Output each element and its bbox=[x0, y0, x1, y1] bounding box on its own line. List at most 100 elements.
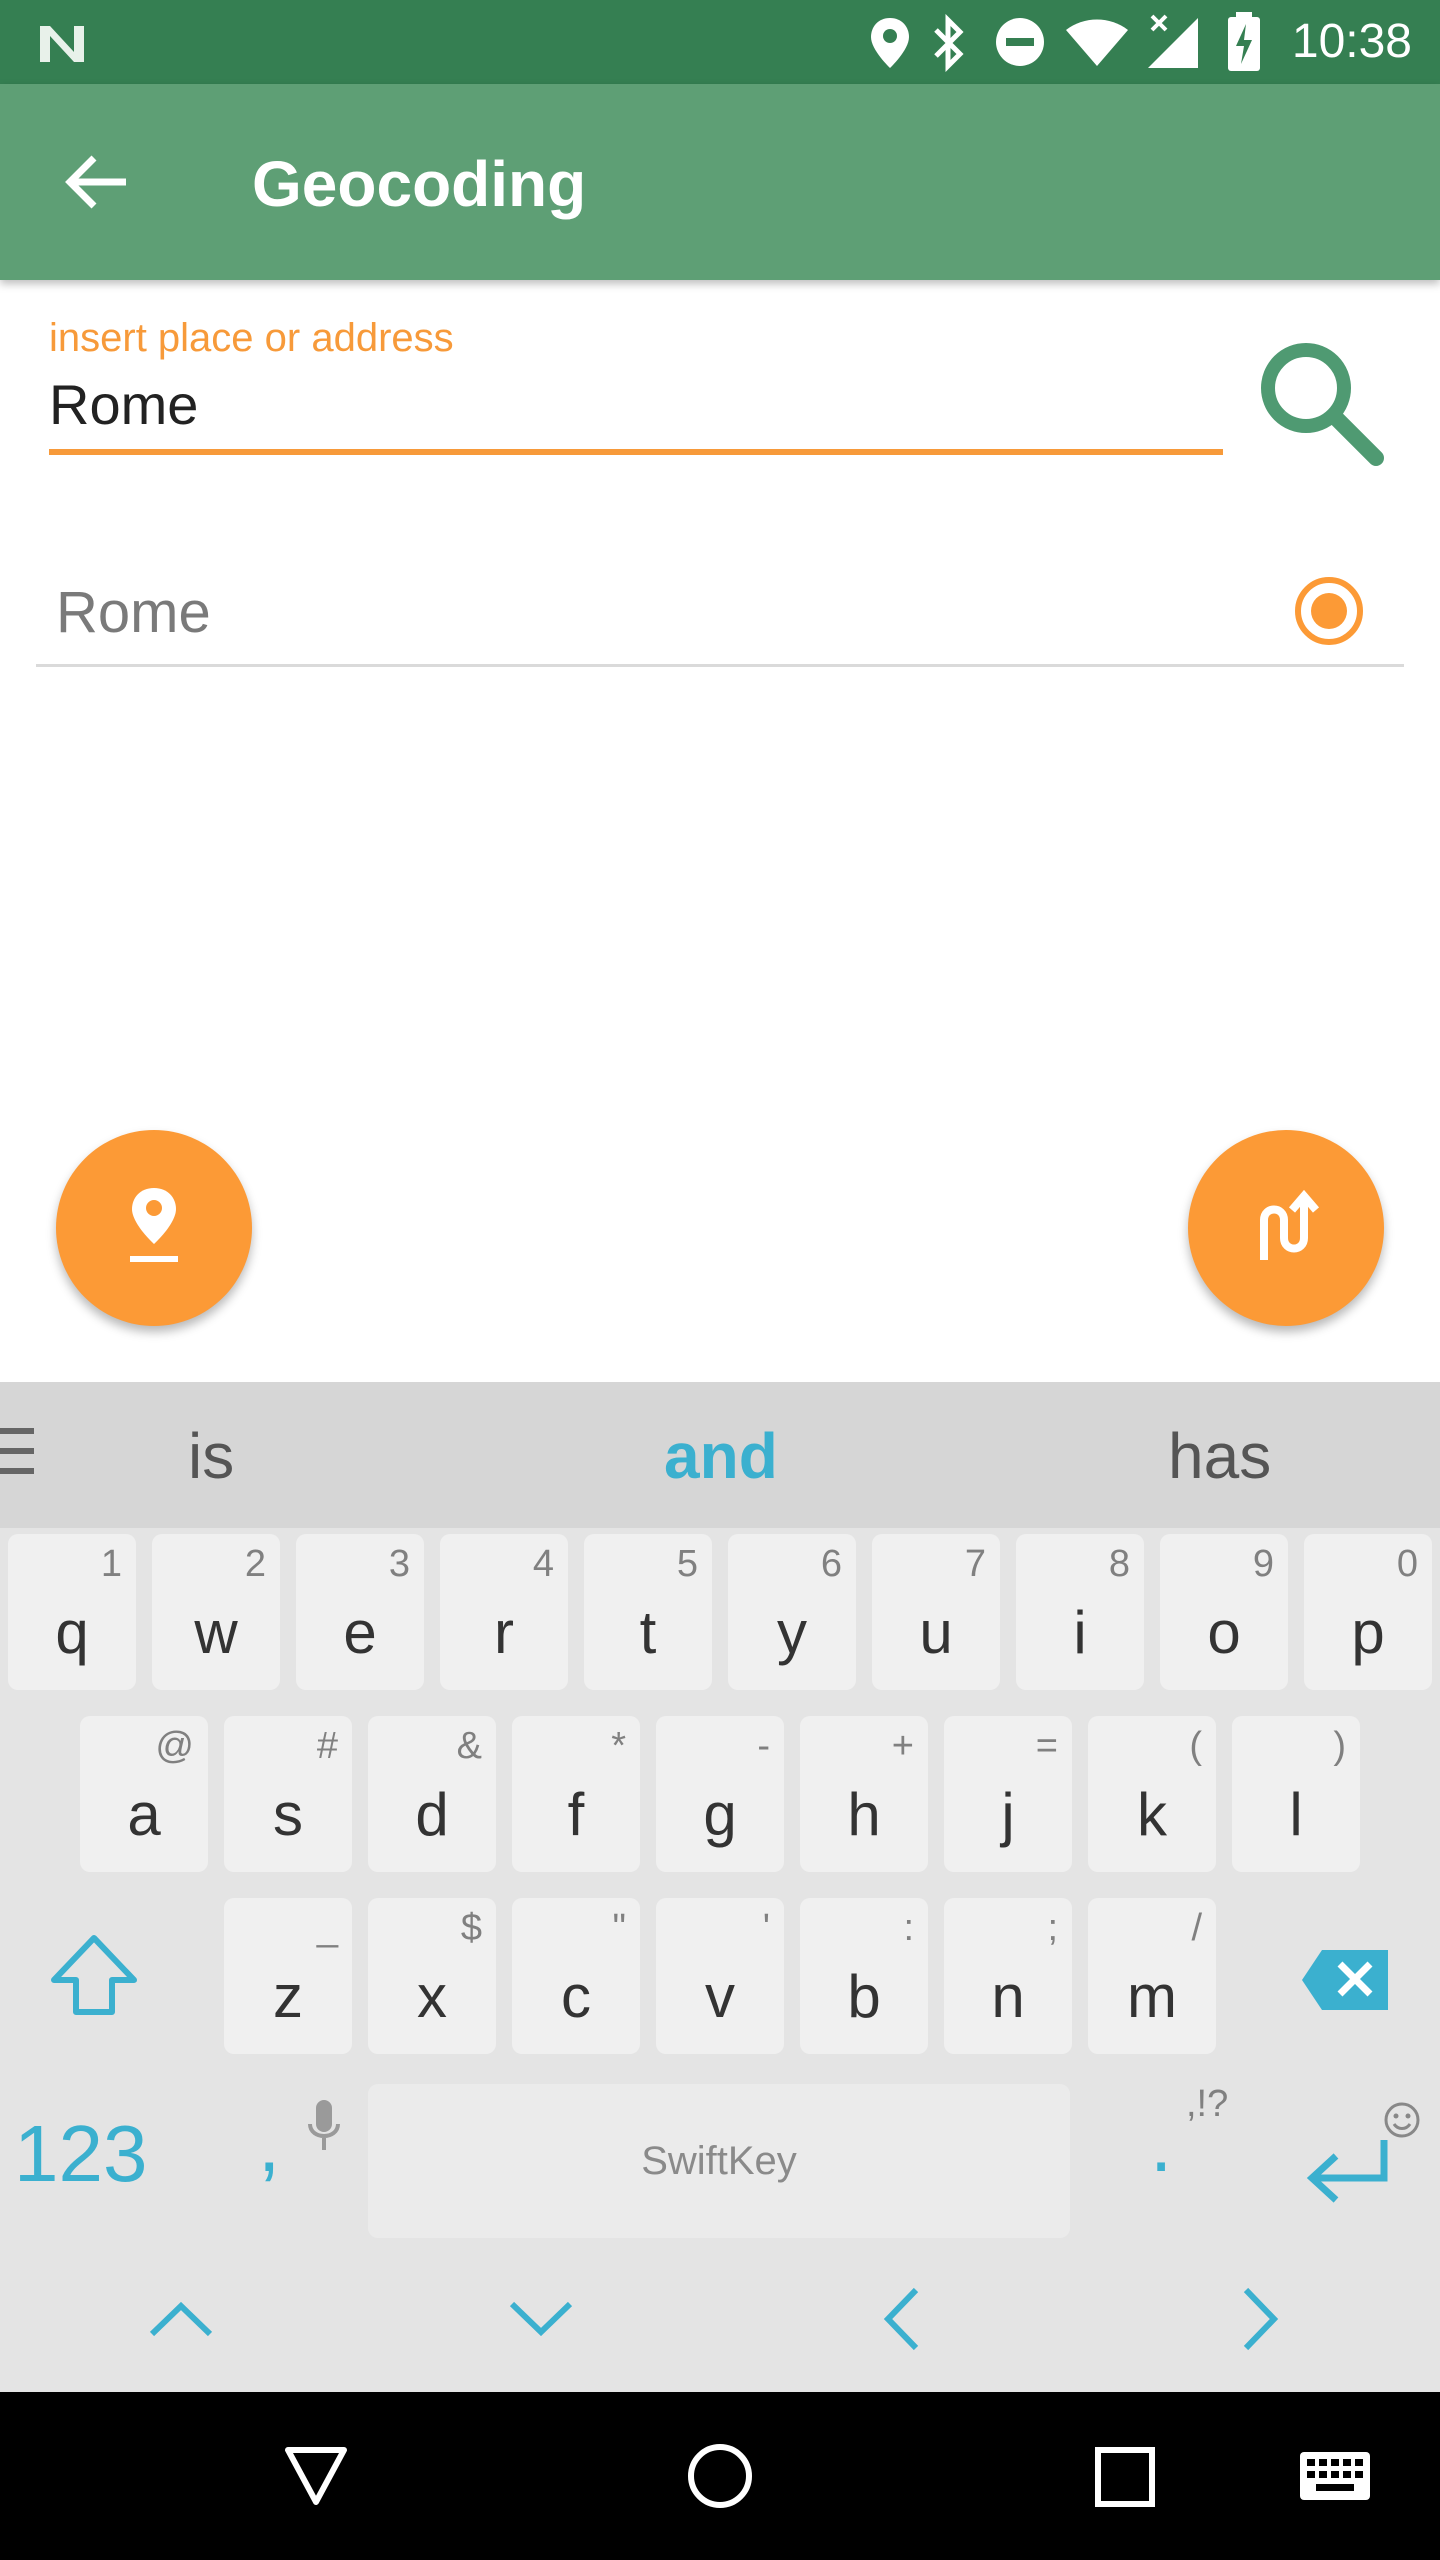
key-row1-6[interactable]: 7u bbox=[872, 1534, 1000, 1690]
notification-n-icon bbox=[40, 26, 84, 62]
key-row3-3[interactable]: ' v bbox=[656, 1898, 784, 2054]
system-nav-bar bbox=[0, 2392, 1440, 2560]
shift-key-icon[interactable] bbox=[46, 1930, 142, 2026]
suggestion-item[interactable]: has bbox=[1168, 1418, 1271, 1494]
chevron-right-icon[interactable] bbox=[1236, 2284, 1286, 2354]
search-input[interactable] bbox=[49, 368, 1221, 440]
key-row1-1[interactable]: 2w bbox=[152, 1534, 280, 1690]
key-row3-0[interactable]: _ z bbox=[224, 1898, 352, 2054]
key-letter-label: r bbox=[494, 1599, 514, 1666]
key-row3-4[interactable]: :b bbox=[800, 1898, 928, 2054]
place-marker-icon bbox=[130, 1188, 178, 1262]
wifi-icon bbox=[1066, 19, 1128, 66]
home-circle-icon[interactable] bbox=[686, 2442, 754, 2510]
key-row1-2[interactable]: 3e bbox=[296, 1534, 424, 1690]
key-hint-label: * bbox=[611, 1725, 626, 1767]
key-row1-0[interactable]: 1q bbox=[8, 1534, 136, 1690]
key-row2-8[interactable]: ) l bbox=[1232, 1716, 1360, 1872]
key-hint-label: + bbox=[891, 1725, 914, 1767]
key-hint-label: & bbox=[456, 1725, 482, 1767]
key-letter-label: y bbox=[777, 1599, 807, 1666]
key-row2-4[interactable]: -g bbox=[656, 1716, 784, 1872]
period-key-hint: ,!? bbox=[1186, 2083, 1229, 2125]
key-letter-label: q bbox=[55, 1599, 89, 1666]
bluetooth-icon bbox=[934, 14, 964, 72]
key-hint-label: ; bbox=[1047, 1907, 1058, 1949]
suggestion-item[interactable]: is bbox=[188, 1418, 234, 1494]
key-row1-9[interactable]: 0p bbox=[1304, 1534, 1432, 1690]
location-icon bbox=[871, 18, 909, 68]
keyboard-icon[interactable] bbox=[1298, 2450, 1372, 2502]
key-hint-label: $ bbox=[460, 1907, 482, 1949]
key-row3-2[interactable]: " c bbox=[512, 1898, 640, 2054]
key-hint-label: 2 bbox=[244, 1543, 266, 1585]
suggestion-item-primary[interactable]: and bbox=[664, 1418, 778, 1494]
key-hint-label: 0 bbox=[1396, 1543, 1418, 1585]
key-letter-label: t bbox=[639, 1599, 657, 1666]
period-key[interactable]: . bbox=[1150, 2096, 1172, 2192]
key-hint-label: ) bbox=[1333, 1725, 1346, 1767]
key-row2-7[interactable]: (k bbox=[1088, 1716, 1216, 1872]
key-row2-3[interactable]: * f bbox=[512, 1716, 640, 1872]
key-hint-label: - bbox=[757, 1725, 770, 1767]
enter-key-icon[interactable] bbox=[1300, 2134, 1396, 2214]
app-toolbar: Geocoding bbox=[0, 84, 1440, 280]
search-icon bbox=[1261, 343, 1384, 466]
backspace-key-icon[interactable] bbox=[1300, 1948, 1392, 2012]
key-letter-label: i bbox=[1073, 1599, 1087, 1666]
suggestion-bar: is and has bbox=[0, 1382, 1440, 1528]
status-time: 10:38 bbox=[1291, 15, 1412, 68]
key-row1-5[interactable]: 6y bbox=[728, 1534, 856, 1690]
key-letter-label: w bbox=[194, 1599, 238, 1666]
back-button[interactable] bbox=[56, 140, 140, 224]
search-floating-label: insert place or address bbox=[49, 316, 454, 360]
key-row3-5[interactable]: ; n bbox=[944, 1898, 1072, 2054]
chevron-down-icon[interactable] bbox=[506, 2294, 576, 2344]
search-button[interactable] bbox=[1252, 334, 1384, 466]
key-letter-label: o bbox=[1207, 1599, 1241, 1666]
key-letter-label: x bbox=[417, 1963, 447, 2030]
key-row1-7[interactable]: 8i bbox=[1016, 1534, 1144, 1690]
key-row1-8[interactable]: 9o bbox=[1160, 1534, 1288, 1690]
status-bar: 10:38 bbox=[0, 0, 1440, 84]
chevron-up-icon[interactable] bbox=[146, 2294, 216, 2344]
place-marker-fab[interactable] bbox=[56, 1130, 252, 1326]
key-row1-3[interactable]: 4r bbox=[440, 1534, 568, 1690]
recents-square-icon[interactable] bbox=[1094, 2446, 1156, 2508]
key-row2-6[interactable]: = j bbox=[944, 1716, 1072, 1872]
key-row2-5[interactable]: + h bbox=[800, 1716, 928, 1872]
numbers-key[interactable]: 123 bbox=[14, 2106, 147, 2202]
key-hint-label: 5 bbox=[676, 1543, 698, 1585]
comma-key[interactable]: , bbox=[258, 2096, 280, 2192]
radio-selected-icon[interactable] bbox=[1292, 574, 1366, 648]
result-divider bbox=[36, 664, 1404, 667]
key-hint-label: / bbox=[1191, 1907, 1202, 1949]
key-row2-1[interactable]: # s bbox=[224, 1716, 352, 1872]
key-row1-4[interactable]: 5t bbox=[584, 1534, 712, 1690]
back-triangle-icon[interactable] bbox=[282, 2444, 350, 2508]
result-list-item[interactable]: Rome bbox=[36, 560, 1404, 668]
space-key[interactable]: SwiftKey bbox=[368, 2084, 1070, 2238]
key-row2-0[interactable]: @ a bbox=[80, 1716, 208, 1872]
battery-charging-icon bbox=[1228, 12, 1260, 71]
key-hint-label: 4 bbox=[532, 1543, 554, 1585]
chevron-left-icon[interactable] bbox=[876, 2284, 926, 2354]
key-hint-label: 3 bbox=[388, 1543, 410, 1585]
key-row2-2[interactable]: & d bbox=[368, 1716, 496, 1872]
key-hint-label: 7 bbox=[964, 1543, 986, 1585]
key-letter-label: a bbox=[127, 1781, 161, 1848]
route-fab[interactable] bbox=[1188, 1130, 1384, 1326]
key-hint-label: # bbox=[316, 1725, 338, 1767]
key-letter-label: l bbox=[1289, 1781, 1303, 1848]
key-hint-label: 6 bbox=[820, 1543, 842, 1585]
key-letter-label: s bbox=[273, 1781, 303, 1848]
key-hint-label: 1 bbox=[100, 1543, 122, 1585]
menu-icon[interactable] bbox=[0, 1424, 38, 1480]
key-letter-label: f bbox=[567, 1781, 585, 1848]
key-letter-label: e bbox=[343, 1599, 377, 1666]
key-letter-label: z bbox=[273, 1963, 303, 2030]
key-row3-6[interactable]: / m bbox=[1088, 1898, 1216, 2054]
page-title: Geocoding bbox=[252, 148, 587, 220]
key-hint-label: @ bbox=[155, 1725, 194, 1767]
key-row3-1[interactable]: $ x bbox=[368, 1898, 496, 2054]
